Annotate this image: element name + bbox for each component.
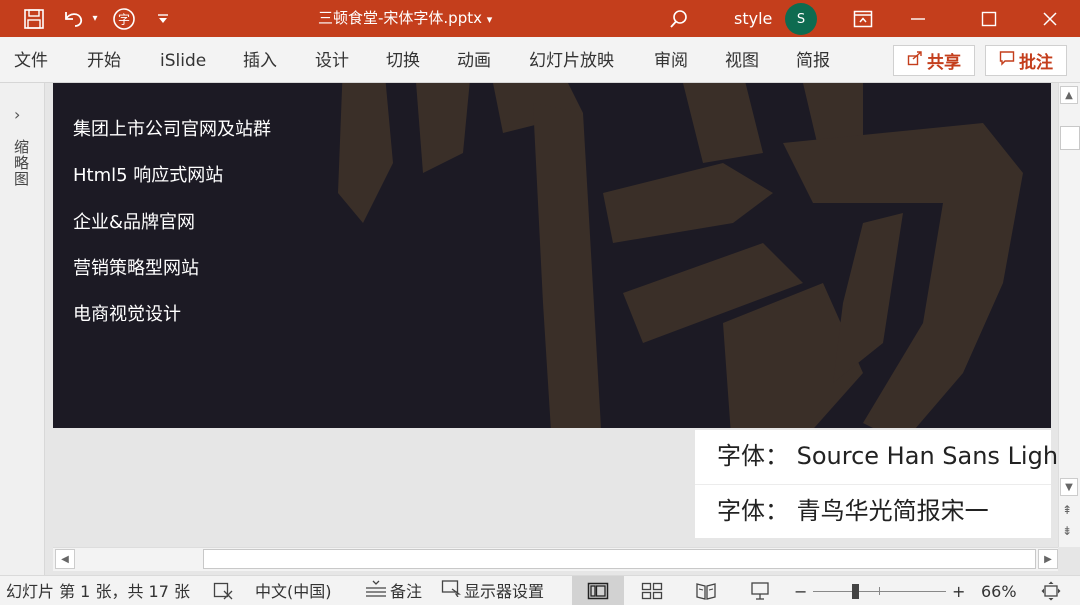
- reading-view-icon[interactable]: [695, 576, 717, 605]
- undo-icon[interactable]: [60, 0, 86, 37]
- slide-canvas[interactable]: 集团上市公司官网及站群 Html5 响应式网站 企业&品牌官网 营销策略型网站 …: [53, 83, 1051, 428]
- calligraphy-graphic: [338, 83, 1023, 428]
- slideshow-icon[interactable]: [750, 576, 770, 605]
- scroll-down-icon[interactable]: ▼: [1060, 478, 1078, 496]
- font-note-secondary: 字体： 青鸟华光简报宋一: [695, 485, 1051, 538]
- tab-briefing[interactable]: 简报: [796, 37, 830, 83]
- scroll-right-icon[interactable]: ▶: [1038, 549, 1058, 569]
- normal-view-icon[interactable]: [587, 576, 609, 605]
- chevron-right-icon[interactable]: ›: [14, 105, 20, 124]
- share-button[interactable]: 共享: [893, 45, 975, 76]
- display-settings-label: 显示器设置: [464, 581, 545, 601]
- menu-item[interactable]: 集团上市公司官网及站群: [73, 119, 271, 165]
- zoom-in-button[interactable]: +: [952, 576, 965, 605]
- tab-review[interactable]: 审阅: [654, 37, 688, 83]
- title-bar: ▾ 字 三顿食堂-宋体字体.pptx ▾ style S: [0, 0, 1080, 37]
- share-icon: [907, 50, 923, 71]
- tab-slideshow[interactable]: 幻灯片放映: [529, 37, 614, 83]
- notes-icon: [365, 576, 387, 605]
- save-icon[interactable]: [20, 0, 48, 37]
- language-indicator[interactable]: 中文(中国): [255, 576, 332, 605]
- tab-transitions[interactable]: 切换: [386, 37, 420, 83]
- status-bar: 幻灯片 第 1 张，共 17 张 中文(中国) 备注 显示器设置 − + 66%: [0, 575, 1080, 605]
- next-slide-icon[interactable]: ⇟: [1062, 524, 1072, 538]
- undo-dropdown-icon[interactable]: ▾: [88, 0, 102, 37]
- menu-item[interactable]: 营销策略型网站: [73, 258, 271, 304]
- tab-view[interactable]: 视图: [725, 37, 759, 83]
- horizontal-scroll-thumb[interactable]: [203, 549, 1036, 569]
- thumbnail-rail-label[interactable]: 缩略图: [12, 139, 32, 187]
- menu-item[interactable]: Html5 响应式网站: [73, 165, 271, 211]
- tab-islide[interactable]: iSlide: [160, 37, 206, 83]
- accessibility-icon[interactable]: [213, 576, 233, 605]
- vertical-scroll-thumb[interactable]: [1060, 126, 1080, 150]
- tab-design[interactable]: 设计: [315, 37, 349, 83]
- tab-animations[interactable]: 动画: [457, 37, 491, 83]
- ribbon-display-icon[interactable]: [850, 0, 876, 37]
- close-icon[interactable]: [1037, 0, 1063, 37]
- ribbon-tabs: 文件 开始 iSlide 插入 设计 切换 动画 幻灯片放映 审阅 视图 简报 …: [0, 37, 1080, 83]
- svg-text:字: 字: [118, 11, 130, 26]
- zoom-out-button[interactable]: −: [794, 576, 807, 605]
- slide-sorter-icon[interactable]: [641, 576, 663, 605]
- customize-icon[interactable]: [154, 0, 172, 37]
- scroll-left-icon[interactable]: ◀: [55, 549, 75, 569]
- menu-item[interactable]: 电商视觉设计: [73, 304, 271, 350]
- comment-button[interactable]: 批注: [985, 45, 1067, 76]
- tab-file[interactable]: 文件: [14, 37, 48, 83]
- notes-button[interactable]: 备注: [365, 576, 422, 605]
- zoom-level[interactable]: 66%: [981, 576, 1017, 605]
- menu-item[interactable]: 企业&品牌官网: [73, 212, 271, 258]
- zoom-slider-midmark: [879, 587, 880, 595]
- previous-slide-icon[interactable]: ⇞: [1062, 503, 1072, 517]
- title-dropdown-icon[interactable]: ▾: [487, 13, 493, 26]
- font-icon[interactable]: 字: [111, 0, 137, 37]
- display-settings-button[interactable]: 显示器设置: [441, 576, 544, 605]
- comment-icon: [999, 50, 1015, 71]
- minimize-icon[interactable]: [905, 0, 931, 37]
- slide-counter: 幻灯片 第 1 张，共 17 张: [6, 581, 190, 601]
- search-icon[interactable]: [666, 0, 692, 37]
- share-label: 共享: [927, 53, 961, 73]
- notes-label: 备注: [390, 581, 423, 601]
- zoom-slider-thumb[interactable]: [852, 584, 859, 599]
- scroll-up-icon[interactable]: ▲: [1060, 86, 1078, 104]
- fit-slide-icon[interactable]: [1041, 576, 1061, 605]
- tab-home[interactable]: 开始: [87, 37, 121, 83]
- tab-insert[interactable]: 插入: [243, 37, 277, 83]
- user-name[interactable]: style: [734, 0, 772, 37]
- window-title: 三顿食堂-宋体字体.pptx ▾: [318, 9, 493, 27]
- font-note-primary: 字体： Source Han Sans Light: [695, 430, 1067, 485]
- comment-label: 批注: [1019, 53, 1053, 73]
- avatar[interactable]: S: [785, 3, 817, 35]
- slide-menu: 集团上市公司官网及站群 Html5 响应式网站 企业&品牌官网 营销策略型网站 …: [73, 119, 271, 350]
- display-settings-icon: [441, 576, 462, 605]
- maximize-icon[interactable]: [976, 0, 1002, 37]
- thumbnail-rail: › 缩略图: [0, 83, 45, 575]
